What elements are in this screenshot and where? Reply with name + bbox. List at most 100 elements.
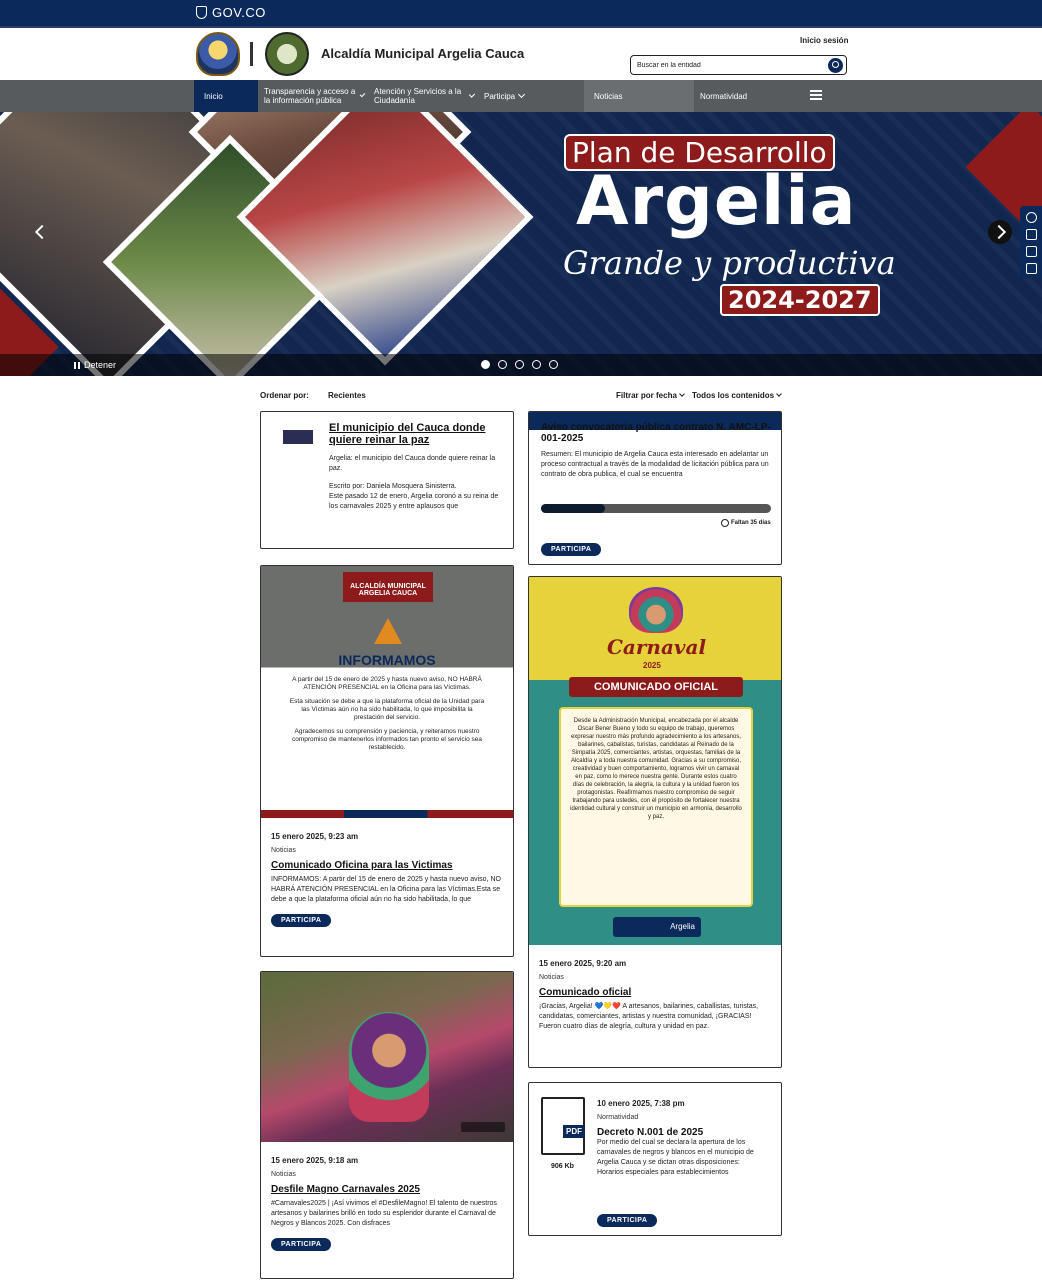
font-decrease-icon[interactable] xyxy=(1026,229,1037,240)
image-paragraph: A partir del 15 de enero de 2025 y hasta… xyxy=(292,676,482,691)
card-category: Noticias xyxy=(271,1171,296,1178)
image-title: INFORMAMOS xyxy=(338,652,436,668)
card-date: 15 enero 2025, 9:18 am xyxy=(271,1156,359,1165)
date-filter-dropdown[interactable]: Filtrar por fecha xyxy=(616,391,685,400)
nav-label: Participa xyxy=(484,91,516,101)
carousel-dot[interactable] xyxy=(549,360,558,369)
card-title[interactable]: Decreto N.001 de 2025 xyxy=(597,1127,775,1138)
search-box xyxy=(630,55,847,75)
content-filter-label: Todos los contenidos xyxy=(692,391,775,400)
image-footer-label: Argelia xyxy=(670,922,695,931)
chevron-down-icon xyxy=(468,91,476,98)
carousel-next-icon[interactable] xyxy=(988,220,1012,244)
carousel-dot[interactable] xyxy=(498,360,507,369)
header-divider xyxy=(250,42,253,66)
card-title[interactable]: Desfile Magno Carnavales 2025 xyxy=(271,1184,505,1195)
participa-button[interactable]: PARTICIPA xyxy=(271,1238,332,1251)
govco-bar: GOV.CO xyxy=(0,0,1042,26)
carnaval-mask-icon xyxy=(629,587,683,633)
municipal-seal-icon xyxy=(265,32,309,76)
card-body-extra: Horarios especiales para establecimiento… xyxy=(597,1169,729,1176)
chevron-down-icon xyxy=(359,91,366,98)
card-category: Noticias xyxy=(539,974,564,981)
remaining-time: Faltan 35 días xyxy=(721,519,771,527)
news-card-comunicado[interactable]: Carnaval 2025 COMUNICADO OFICIAL Desde l… xyxy=(528,576,782,1068)
file-size: 906 Kb xyxy=(551,1163,574,1170)
search-input[interactable] xyxy=(637,59,817,71)
nav-item-noticias[interactable]: Noticias xyxy=(584,80,694,112)
participa-button[interactable]: PARTICIPA xyxy=(597,1214,658,1227)
card-body: ¡Gracias, Argelia! 💙💛❤️ A artesanos, bai… xyxy=(539,1003,759,1030)
image-title: Carnaval xyxy=(607,635,707,659)
hero-carousel: Plan de Desarrollo Argelia Grande y prod… xyxy=(0,112,1042,376)
card-date: 15 enero 2025, 9:20 am xyxy=(539,959,627,968)
card-title[interactable]: Aviso convocatoria pública contrato N. A… xyxy=(541,422,771,444)
carousel-pause-button[interactable]: Detener xyxy=(74,360,116,370)
govco-logo[interactable]: GOV.CO xyxy=(196,5,266,20)
image-credit xyxy=(461,1122,505,1132)
carousel-dot[interactable] xyxy=(515,360,524,369)
document-card-decreto[interactable]: PDF 906 Kb 10 enero 2025, 7:38 pm Normat… xyxy=(528,1082,782,1236)
chevron-down-icon xyxy=(776,391,782,397)
sort-dropdown[interactable]: Recientes xyxy=(328,391,366,400)
card-body: Por medio del cual se declara la apertur… xyxy=(597,1139,754,1166)
procurement-card[interactable]: Aviso convocatoria pública contrato N. A… xyxy=(528,411,782,565)
main-nav: Inicio Transparencia y acceso a la infor… xyxy=(0,80,1042,112)
search-icon[interactable] xyxy=(828,58,843,73)
carousel-prev-icon[interactable] xyxy=(28,220,52,244)
nav-label: Normatividad xyxy=(700,91,748,101)
nav-label: Noticias xyxy=(594,91,623,101)
card-title[interactable]: El municipio del Cauca donde quiere rein… xyxy=(329,422,507,446)
nav-label: Transparencia y acceso a la información … xyxy=(264,87,356,105)
parade-float-figure xyxy=(349,1012,429,1122)
nav-item-inicio[interactable]: Inicio xyxy=(194,80,258,112)
menu-icon[interactable] xyxy=(810,90,822,100)
chevron-down-icon xyxy=(518,90,526,99)
card-body: #Carnavales2025 | ¡Así vivimos el #Desfi… xyxy=(271,1200,497,1227)
card-body: INFORMAMOS: A partir del 15 de enero de … xyxy=(271,876,501,903)
font-increase-icon[interactable] xyxy=(1026,246,1037,257)
entity-name[interactable]: Alcaldía Municipal Argelia Cauca xyxy=(321,46,524,61)
contrast-icon[interactable] xyxy=(1026,212,1037,223)
card-summary: Argelia: el municipio del Cauca donde qu… xyxy=(329,455,496,472)
nav-item-transparencia[interactable]: Transparencia y acceso a la información … xyxy=(264,80,366,112)
remaining-label: Faltan 35 días xyxy=(731,520,771,526)
participa-button[interactable]: PARTICIPA xyxy=(541,543,602,556)
accessibility-toolbar xyxy=(1020,206,1042,278)
nav-item-atencion[interactable]: Atención y Servicios a la Ciudadanía xyxy=(374,80,476,112)
progress-fill xyxy=(541,504,606,513)
news-card-victimas[interactable]: ALCALDÍA MUNICIPAL ARGELIA CAUCA INFORMA… xyxy=(260,565,514,957)
nav-item-participa[interactable]: Participa xyxy=(484,80,544,112)
news-card-desfile[interactable]: 15 enero 2025, 9:18 am Noticias Desfile … xyxy=(260,971,514,1279)
card-date: 15 enero 2025, 9:23 am xyxy=(271,832,359,841)
image-brand: ALCALDÍA MUNICIPAL ARGELIA CAUCA xyxy=(343,572,433,602)
card-body: Este pasado 12 de enero, Argelia coronó … xyxy=(329,493,499,510)
hero-title-argelia: Argelia xyxy=(576,162,857,241)
image-badge: COMUNICADO OFICIAL xyxy=(569,677,743,697)
nav-item-normatividad[interactable]: Normatividad xyxy=(700,80,780,112)
image-year: 2025 xyxy=(643,661,661,670)
content-filter-dropdown[interactable]: Todos los contenidos xyxy=(692,391,782,400)
image-paragraph: Esta situación se debe a que la platafor… xyxy=(289,698,485,721)
carousel-dots xyxy=(481,360,558,369)
image-text: Desde la Administración Municipal, encab… xyxy=(559,707,753,907)
card-title[interactable]: Comunicado Oficina para las Victimas xyxy=(271,860,505,871)
card-summary: Resumen: El municipio de Argelia Cauca e… xyxy=(541,451,769,478)
chevron-down-icon xyxy=(679,391,685,397)
nav-label: Atención y Servicios a la Ciudadanía xyxy=(374,87,462,105)
pdf-file-icon: PDF xyxy=(541,1097,585,1155)
card-category: Noticias xyxy=(271,847,296,854)
news-card-reinar-paz[interactable]: El municipio del Cauca donde quiere rein… xyxy=(260,411,514,549)
notice-image: ALCALDÍA MUNICIPAL ARGELIA CAUCA INFORMA… xyxy=(261,566,513,820)
pause-label: Detener xyxy=(84,360,117,370)
carnaval-image: Carnaval 2025 COMUNICADO OFICIAL Desde l… xyxy=(529,577,781,945)
card-title[interactable]: Comunicado oficial xyxy=(539,987,773,998)
card-thumbnail xyxy=(283,430,313,444)
login-link[interactable]: Inicio sesión xyxy=(800,36,848,45)
card-category: Normatividad xyxy=(597,1114,639,1121)
pause-icon xyxy=(74,361,80,369)
participa-button[interactable]: PARTICIPA xyxy=(271,914,332,927)
sign-language-icon[interactable] xyxy=(1026,263,1037,274)
carousel-dot[interactable] xyxy=(481,360,490,369)
carousel-dot[interactable] xyxy=(532,360,541,369)
